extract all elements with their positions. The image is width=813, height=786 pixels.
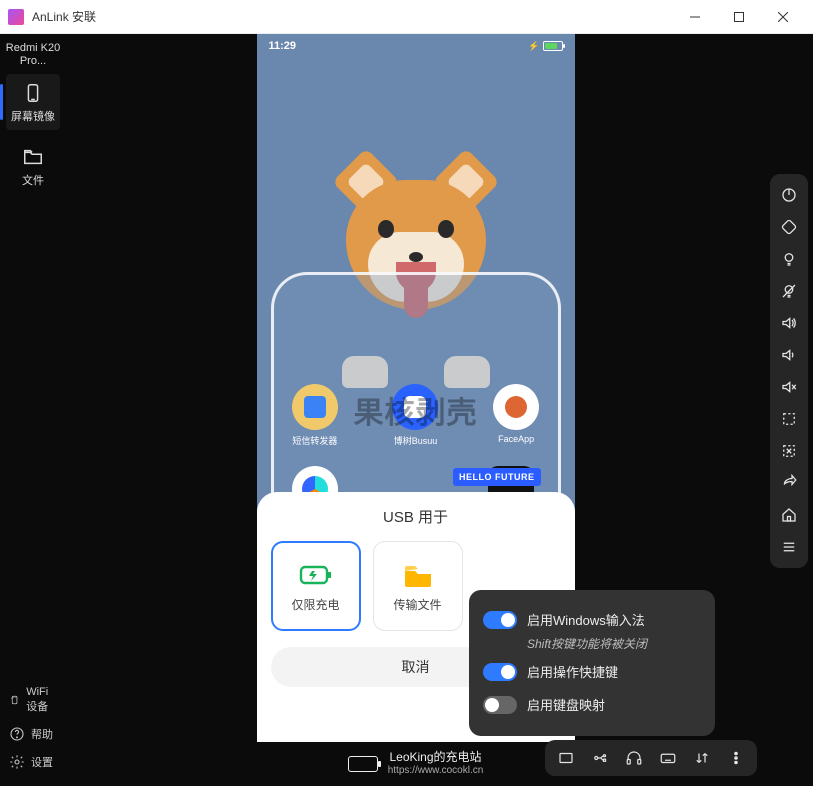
tool-headset[interactable] — [619, 744, 649, 772]
footer-battery-icon — [348, 756, 378, 772]
battery-icon: ⚡ — [528, 41, 562, 52]
status-time: 11:29 — [269, 40, 297, 52]
tool-rotate[interactable] — [774, 212, 804, 242]
tool-mute[interactable] — [774, 372, 804, 402]
close-button[interactable] — [761, 2, 805, 32]
option-charge-only[interactable]: 仅限充电 — [271, 541, 361, 631]
ime-hint: Shift按键功能将被关闭 — [527, 635, 701, 652]
bottom-toolbar — [545, 740, 757, 776]
tool-keyboard[interactable] — [653, 744, 683, 772]
nav-settings[interactable]: 设置 — [5, 748, 61, 776]
tool-menu[interactable] — [774, 532, 804, 562]
tool-crop[interactable] — [774, 404, 804, 434]
right-toolbar — [770, 174, 808, 568]
nav-wifi-label: WiFi设备 — [26, 686, 57, 714]
label-keymap: 启用键盘映射 — [527, 695, 605, 714]
hello-future-badge: HELLO FUTURE — [453, 468, 541, 486]
tool-bulb-on[interactable] — [774, 244, 804, 274]
label-shortcut: 启用操作快捷键 — [527, 662, 618, 681]
tool-back[interactable] — [774, 468, 804, 498]
opt-files-label: 传输文件 — [393, 596, 441, 613]
left-sidebar: Redmi K20 Pro... 屏幕镜像 文件 WiFi设备 帮助 设置 — [0, 34, 66, 786]
app-sms-forwarder[interactable]: 短信转发器 — [287, 384, 343, 447]
app-busuu[interactable]: 博树Busuu — [387, 384, 443, 447]
toggle-keymap[interactable] — [483, 696, 517, 714]
tool-usb[interactable] — [585, 744, 615, 772]
app-row-1: 短信转发器 博树Busuu FaceApp — [265, 384, 567, 447]
nav-mirror-label: 屏幕镜像 — [11, 108, 55, 124]
nav-files[interactable]: 文件 — [6, 138, 60, 194]
footer-station: LeoKing的充电站 — [389, 750, 481, 765]
tool-power[interactable] — [774, 180, 804, 210]
app-logo-icon — [8, 9, 24, 25]
window-title: AnLink 安联 — [32, 8, 96, 25]
tool-transfer[interactable] — [687, 744, 717, 772]
nav-files-label: 文件 — [22, 172, 44, 188]
minimize-button[interactable] — [673, 2, 717, 32]
nav-mirror[interactable]: 屏幕镜像 — [6, 74, 60, 130]
tool-more[interactable] — [721, 744, 751, 772]
sheet-title: USB 用于 — [271, 506, 561, 527]
cancel-label: 取消 — [402, 657, 430, 677]
app-faceapp[interactable]: FaceApp — [488, 384, 544, 447]
app-label-2: 博树Busuu — [387, 434, 443, 447]
opt-charge-label: 仅限充电 — [291, 596, 339, 613]
nav-wifi[interactable]: WiFi设备 — [5, 680, 61, 720]
app-label-3: FaceApp — [488, 434, 544, 444]
tool-volume-down[interactable] — [774, 340, 804, 370]
titlebar: AnLink 安联 — [0, 0, 813, 34]
nav-settings-label: 设置 — [31, 754, 53, 770]
footer-url: https://www.cocokl.cn — [388, 765, 484, 778]
tool-volume-up[interactable] — [774, 308, 804, 338]
tool-fullscreen[interactable] — [551, 744, 581, 772]
option-transfer-files[interactable]: 传输文件 — [373, 541, 463, 631]
toggle-windows-ime[interactable] — [483, 611, 517, 629]
nav-help-label: 帮助 — [31, 726, 53, 742]
center-stage: 11:29 ⚡ 短信转发器 博树Busuu — [66, 34, 765, 786]
tool-home[interactable] — [774, 500, 804, 530]
label-windows-ime: 启用Windows输入法 — [527, 610, 645, 629]
phone-statusbar: 11:29 ⚡ — [257, 34, 575, 58]
device-name-label: Redmi K20 Pro... — [0, 40, 66, 74]
toggle-shortcut[interactable] — [483, 663, 517, 681]
app-label-1: 短信转发器 — [287, 434, 343, 447]
right-toolbar-container — [765, 34, 813, 786]
nav-help[interactable]: 帮助 — [5, 720, 61, 748]
footer: LeoKing的充电站 https://www.cocokl.cn — [257, 742, 575, 786]
keyboard-popover: 启用Windows输入法 Shift按键功能将被关闭 启用操作快捷键 启用键盘映… — [469, 590, 715, 736]
tool-expand[interactable] — [774, 436, 804, 466]
maximize-button[interactable] — [717, 2, 761, 32]
tool-bulb-off[interactable] — [774, 276, 804, 306]
